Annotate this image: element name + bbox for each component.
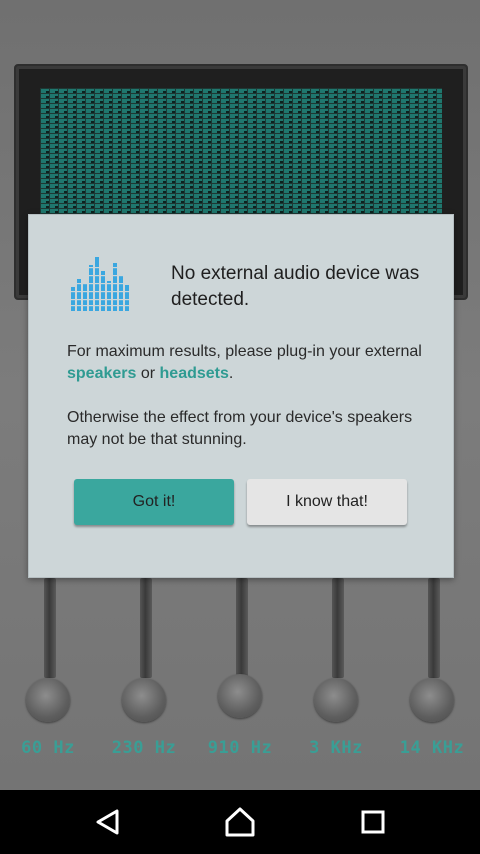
speakers-highlight: speakers bbox=[67, 365, 137, 382]
eq-slider-910hz[interactable] bbox=[218, 578, 262, 718]
slider-track bbox=[44, 578, 56, 678]
band-label-910hz: 910 Hz bbox=[207, 738, 273, 758]
slider-track bbox=[428, 578, 440, 678]
band-label-230hz: 230 Hz bbox=[111, 738, 177, 758]
slider-track bbox=[236, 578, 248, 678]
dialog-message-warning: Otherwise the effect from your device's … bbox=[67, 409, 413, 448]
eq-slider-230hz[interactable] bbox=[122, 578, 166, 722]
band-label-14khz: 14 KHz bbox=[399, 738, 465, 758]
slider-track bbox=[140, 578, 152, 678]
message-text: For maximum results, please plug-in your… bbox=[67, 343, 422, 360]
got-it-button[interactable]: Got it! bbox=[74, 479, 234, 525]
equalizer-bars-icon bbox=[69, 253, 131, 315]
navigation-bar bbox=[0, 790, 480, 854]
eq-slider-14khz[interactable] bbox=[410, 578, 454, 722]
dialog-message-plugin: For maximum results, please plug-in your… bbox=[67, 341, 427, 385]
dialog-title: No external audio device was detected. bbox=[171, 263, 420, 310]
eq-slider-3khz[interactable] bbox=[314, 578, 358, 722]
back-triangle-icon[interactable] bbox=[84, 798, 132, 846]
slider-track bbox=[332, 578, 344, 678]
eq-slider-60hz[interactable] bbox=[26, 578, 70, 722]
i-know-that-button[interactable]: I know that! bbox=[247, 479, 407, 525]
no-audio-device-dialog: No external audio device was detected. F… bbox=[28, 214, 454, 578]
band-label-3khz: 3 KHz bbox=[309, 738, 363, 758]
slider-knob[interactable] bbox=[122, 678, 166, 722]
home-icon[interactable] bbox=[216, 798, 264, 846]
slider-knob[interactable] bbox=[218, 674, 262, 718]
slider-knob[interactable] bbox=[410, 678, 454, 722]
recents-square-icon[interactable] bbox=[349, 798, 397, 846]
slider-knob[interactable] bbox=[26, 678, 70, 722]
message-text: . bbox=[228, 365, 234, 382]
headsets-highlight: headsets bbox=[159, 365, 229, 382]
band-label-60hz: 60 Hz bbox=[21, 738, 75, 758]
slider-knob[interactable] bbox=[314, 678, 358, 722]
message-text: or bbox=[136, 365, 160, 382]
